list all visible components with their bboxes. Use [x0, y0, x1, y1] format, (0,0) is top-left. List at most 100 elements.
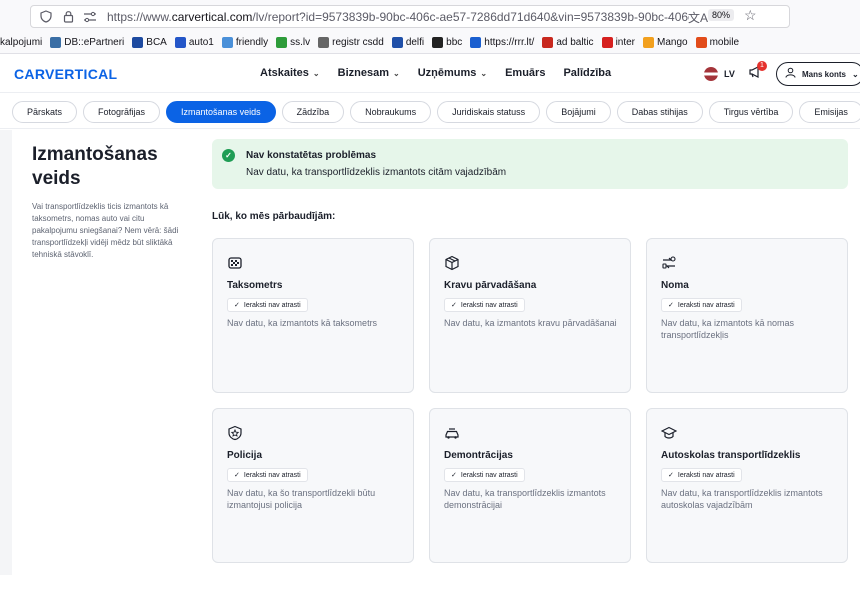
nav-item[interactable]: Atskaites ⌄ — [260, 67, 320, 79]
bookmark-star-icon[interactable]: ☆ — [744, 7, 757, 24]
chip-label: Ieraksti nav atrasti — [677, 301, 735, 309]
user-icon — [785, 67, 796, 81]
bookmark-favicon-icon — [470, 37, 482, 48]
bookmark-item[interactable]: registr csdd — [318, 37, 384, 48]
tab-item[interactable]: Dabas stihijas — [616, 100, 703, 123]
status-chip: ✓ Ieraksti nav atrasti — [444, 298, 525, 312]
tab-item[interactable]: Izmantošanas veids — [166, 100, 276, 123]
nav-item[interactable]: Emuārs — [505, 67, 545, 79]
browser-toolbar: https://www.carvertical.com/lv/report?id… — [0, 0, 860, 32]
bookmark-favicon-icon — [643, 37, 655, 48]
check-icon: ✓ — [234, 472, 240, 479]
language-selector[interactable]: LV — [704, 67, 735, 81]
bookmark-item[interactable]: bbc — [432, 37, 462, 48]
nav-item-label: Palīdzība — [563, 67, 612, 79]
bookmark-item[interactable]: ad baltic — [542, 37, 594, 48]
nav-item[interactable]: Uzņēmums ⌄ — [418, 67, 487, 79]
tab-item[interactable]: Pārskats — [12, 100, 78, 123]
card-title: Autoskolas transportlīdzeklis — [661, 450, 801, 461]
chevron-down-icon: ⌄ — [852, 69, 859, 79]
bookmark-favicon-icon — [132, 37, 144, 48]
bookmark-label: registr csdd — [332, 37, 384, 48]
chevron-down-icon: ⌄ — [480, 68, 488, 78]
zoom-level[interactable]: 80% — [708, 9, 735, 21]
check-card: Taksometrs ✓ Ieraksti nav atrasti Nav datu,… — [212, 238, 414, 393]
bookmark-item[interactable]: inter — [601, 37, 636, 48]
bookmark-favicon-icon — [50, 37, 62, 48]
card-title: Taksometrs — [227, 280, 283, 291]
url-text[interactable]: https://www.carvertical.com/lv/report?id… — [107, 10, 689, 24]
nav-item-label: Uzņēmums — [417, 67, 477, 79]
chip-label: Ieraksti nav atrasti — [243, 301, 301, 309]
address-bar[interactable]: https://www.carvertical.com/lv/report?id… — [30, 5, 790, 28]
bookmark-label: inter — [615, 37, 636, 48]
tab-item[interactable]: Zādzība — [281, 100, 345, 123]
tab-item[interactable]: Emisijas — [799, 100, 860, 123]
check-icon: ✓ — [451, 472, 457, 479]
account-label: Mans konts — [802, 69, 847, 79]
check-card: Autoskolas transportlīdzeklis ✓ Ieraksti n… — [646, 408, 848, 563]
translate-icon[interactable]: 文A — [688, 9, 708, 26]
taxi-icon — [227, 255, 245, 273]
rental-swap-icon — [661, 255, 679, 273]
bookmark-item[interactable]: kalpojumi — [0, 37, 42, 48]
carvertical-logo[interactable]: CARVERTICAL — [14, 66, 117, 82]
bookmark-item[interactable]: auto1 — [174, 37, 214, 48]
tab-item[interactable]: Fotogrāfijas — [83, 100, 161, 123]
card-description: Nav datu, ka izmantots kā nomas transpor… — [661, 318, 795, 340]
card-title: Demontrācijas — [444, 450, 513, 461]
check-icon: ✓ — [234, 302, 240, 309]
bookmark-favicon-icon — [432, 37, 444, 48]
bookmark-item[interactable]: ss.lv — [276, 37, 310, 48]
card-title: Kravu pārvadāšana — [444, 280, 537, 291]
account-button[interactable]: Mans konts ⌄ — [776, 62, 860, 86]
bookmark-item[interactable]: Mango — [643, 37, 688, 48]
bookmark-item[interactable]: DB::ePartneri — [50, 37, 124, 48]
checked-heading: Lūk, ko mēs pārbaudījām: — [212, 211, 336, 222]
status-chip: ✓ Ieraksti nav atrasti — [661, 298, 742, 312]
nav-item[interactable]: Palīdzība — [563, 67, 611, 79]
page-description: Vai transportlīdzeklis ticis izmantots k… — [32, 202, 179, 259]
permissions-icon[interactable] — [83, 10, 97, 24]
bookmark-label: https://rrr.lt/ — [484, 37, 535, 48]
bookmark-item[interactable]: https://rrr.lt/ — [470, 37, 534, 48]
police-badge-icon — [227, 425, 245, 443]
card-description: Nav datu, ka izmantots kā taksometrs — [227, 318, 378, 328]
status-chip: ✓ Ieraksti nav atrasti — [661, 468, 742, 482]
bookmark-label: DB::ePartneri — [64, 37, 125, 48]
bookmark-label: mobile — [709, 37, 740, 48]
check-icon: ✓ — [668, 302, 674, 309]
bookmark-label: auto1 — [188, 37, 214, 48]
tab-item[interactable]: Bojājumi — [546, 100, 611, 123]
tab-item[interactable]: Juridiskais statuss — [437, 100, 541, 123]
bookmark-label: friendly — [235, 37, 269, 48]
site-header: CARVERTICAL Atskaites ⌄ Biznesam ⌄ Uzņēmums ⌄… — [0, 55, 860, 93]
banner-title: Nav konstatētas problēmas — [246, 150, 377, 161]
nav-item[interactable]: Biznesam ⌄ — [338, 67, 400, 79]
check-icon: ✓ — [668, 472, 674, 479]
check-card: Kravu pārvadāšana ✓ Ieraksti nav atrasti Na… — [429, 238, 631, 393]
card-title: Noma — [661, 280, 689, 291]
report-tabs: Pārskats Fotogrāfijas Izmantošanas veids Zā… — [0, 95, 860, 129]
bookmark-favicon-icon — [174, 37, 186, 48]
notification-badge: 1 — [757, 61, 767, 71]
shield-icon[interactable] — [39, 10, 53, 24]
lock-icon[interactable] — [61, 10, 75, 24]
bookmark-label: ss.lv — [290, 37, 311, 48]
demo-car-icon — [444, 425, 462, 443]
status-chip: ✓ Ieraksti nav atrasti — [227, 468, 308, 482]
notifications-button[interactable]: 1 — [748, 61, 767, 82]
bookmark-item[interactable]: BCA — [132, 37, 167, 48]
tab-item[interactable]: Tirgus vērtība — [708, 100, 794, 123]
bookmark-item[interactable]: delfi — [391, 37, 424, 48]
bookmark-label: kalpojumi — [0, 37, 43, 48]
bookmark-item[interactable]: mobile — [695, 37, 740, 48]
bookmark-item[interactable]: friendly — [221, 37, 269, 48]
bookmark-label: ad baltic — [556, 37, 594, 48]
card-title: Policija — [227, 450, 263, 461]
tab-item[interactable]: Nobraukums — [350, 100, 432, 123]
bookmark-favicon-icon — [601, 37, 613, 48]
bookmark-favicon-icon — [221, 37, 233, 48]
chevron-down-icon: ⌄ — [392, 68, 400, 78]
bookmark-favicon-icon — [391, 37, 403, 48]
